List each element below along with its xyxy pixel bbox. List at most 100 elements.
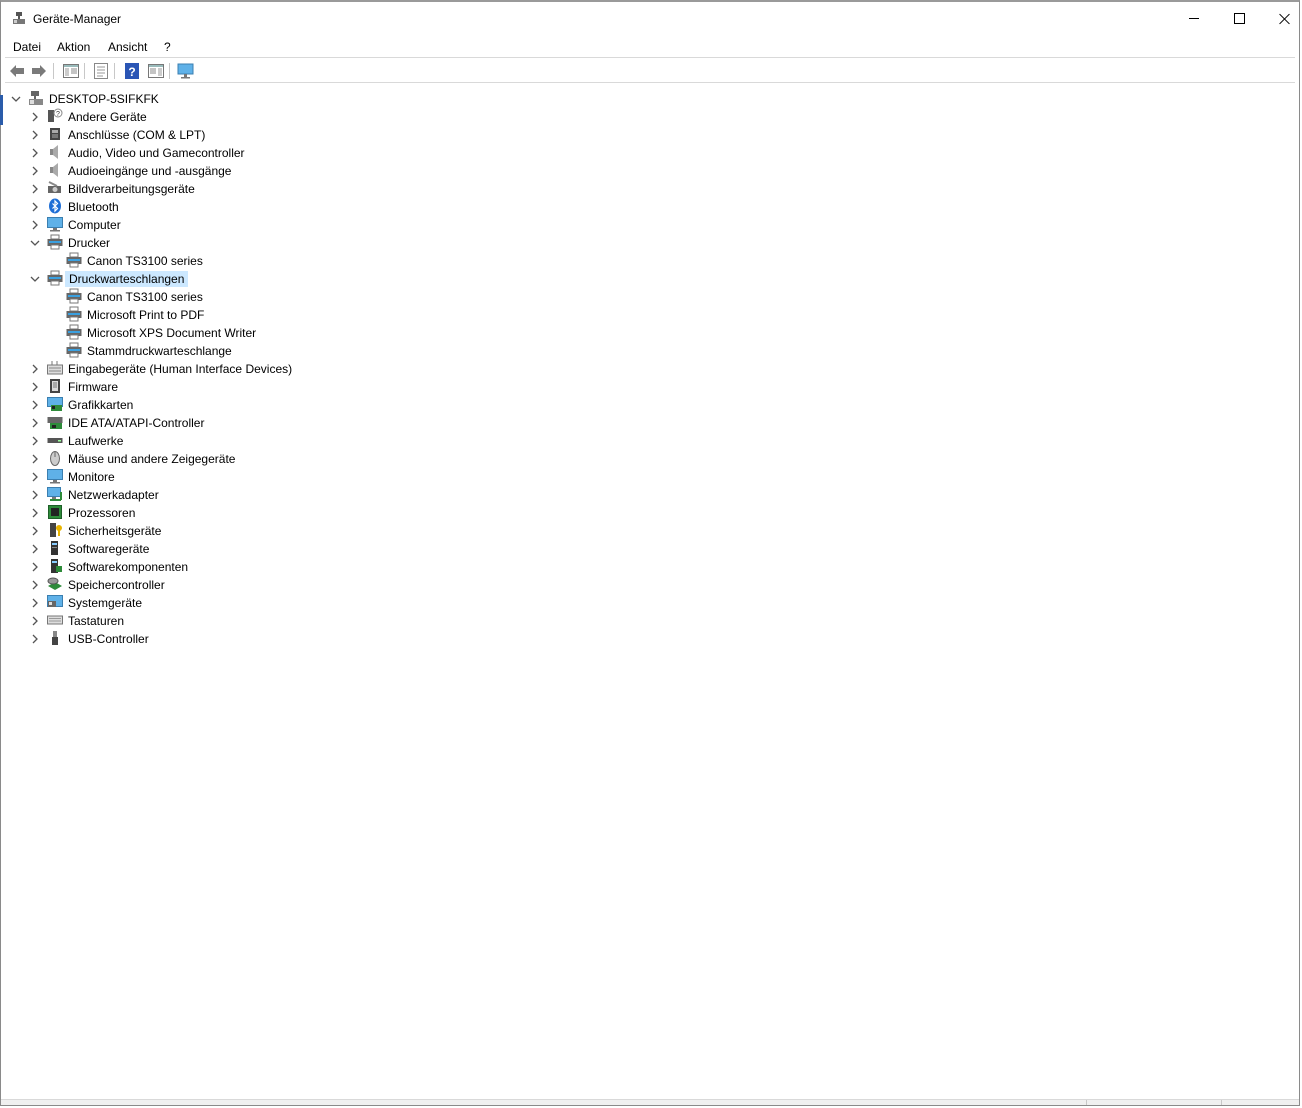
device-manager-window: Geräte-Manager Datei Aktion Ansicht ? ? <box>0 0 1300 1106</box>
expand-toggle[interactable] <box>30 184 40 194</box>
tree-category[interactable]: ? Andere Geräte <box>1 108 401 126</box>
chevron-down-icon <box>30 276 40 282</box>
close-button[interactable] <box>1262 2 1302 35</box>
expand-toggle[interactable] <box>30 562 40 572</box>
expand-toggle[interactable] <box>30 202 40 212</box>
expand-toggle[interactable] <box>30 400 40 410</box>
expand-toggle[interactable] <box>30 454 40 464</box>
expand-toggle[interactable] <box>30 130 40 140</box>
tree-category[interactable]: IDE ATA/ATAPI-Controller <box>1 414 401 432</box>
back-arrow-icon <box>10 65 24 77</box>
close-icon <box>1279 13 1291 25</box>
chevron-right-icon <box>32 148 38 158</box>
toolbar: ? <box>1 59 1299 83</box>
tree-category[interactable]: Eingabegeräte (Human Interface Devices) <box>1 360 401 378</box>
tree-device[interactable]: Stammdruckwarteschlange <box>1 342 401 360</box>
chevron-right-icon <box>32 220 38 230</box>
menu-help[interactable]: ? <box>162 39 173 55</box>
chevron-right-icon <box>32 112 38 122</box>
tree-category[interactable]: Laufwerke <box>1 432 401 450</box>
printer-icon <box>66 342 82 358</box>
expand-toggle[interactable] <box>30 436 40 446</box>
tree-category[interactable]: Bluetooth <box>1 198 401 216</box>
expand-toggle[interactable] <box>30 580 40 590</box>
tree-device[interactable]: Canon TS3100 series <box>1 288 401 306</box>
expand-toggle[interactable] <box>30 508 40 518</box>
tree-device[interactable]: Microsoft XPS Document Writer <box>1 324 401 342</box>
expand-toggle[interactable] <box>30 274 40 284</box>
tree-category[interactable]: Softwaregeräte <box>1 540 401 558</box>
tree-category-label: Computer <box>68 218 121 232</box>
tree-device[interactable]: Microsoft Print to PDF <box>1 306 401 324</box>
tree-root[interactable]: DESKTOP-5SIFKFK <box>1 90 401 108</box>
tree-category[interactable]: Druckwarteschlangen <box>1 270 401 288</box>
expand-toggle[interactable] <box>30 112 40 122</box>
tree-category[interactable]: Grafikkarten <box>1 396 401 414</box>
expand-toggle[interactable] <box>30 490 40 500</box>
forward-button[interactable] <box>30 62 48 80</box>
window-title: Geräte-Manager <box>33 12 122 26</box>
expand-toggle[interactable] <box>30 382 40 392</box>
chevron-right-icon <box>32 202 38 212</box>
tree-category[interactable]: Prozessoren <box>1 504 401 522</box>
tree-category[interactable]: Systemgeräte <box>1 594 401 612</box>
tree-category[interactable]: Tastaturen <box>1 612 401 630</box>
tree-category[interactable]: USB-Controller <box>1 630 401 648</box>
expand-toggle[interactable] <box>11 94 21 104</box>
tree-category[interactable]: Audio, Video und Gamecontroller <box>1 144 401 162</box>
tree-category-label: Eingabegeräte (Human Interface Devices) <box>68 362 293 376</box>
title-bar[interactable]: Geräte-Manager <box>1 2 1299 35</box>
maximize-button[interactable] <box>1216 2 1262 35</box>
expand-toggle[interactable] <box>30 472 40 482</box>
tree-category[interactable]: Monitore <box>1 468 401 486</box>
tree-category-label: Prozessoren <box>68 506 136 520</box>
tree-device[interactable]: Canon TS3100 series <box>1 252 401 270</box>
expand-toggle[interactable] <box>30 166 40 176</box>
tree-category-label: Audio, Video und Gamecontroller <box>68 146 245 160</box>
tree-category[interactable]: Audioeingänge und -ausgänge <box>1 162 401 180</box>
expand-toggle[interactable] <box>30 220 40 230</box>
tree-category-label: Anschlüsse (COM & LPT) <box>68 128 206 142</box>
tree-category[interactable]: Netzwerkadapter <box>1 486 401 504</box>
tree-category[interactable]: Computer <box>1 216 401 234</box>
tree-category[interactable]: Drucker <box>1 234 401 252</box>
tree-category-label: Softwaregeräte <box>68 542 150 556</box>
toolbar-divider <box>169 63 170 79</box>
maximize-icon <box>1233 13 1245 24</box>
expand-toggle[interactable] <box>30 598 40 608</box>
chevron-right-icon <box>32 526 38 536</box>
tree-category[interactable]: Softwarekomponenten <box>1 558 401 576</box>
expand-toggle[interactable] <box>30 544 40 554</box>
expand-toggle[interactable] <box>30 616 40 626</box>
toolbar-divider <box>84 63 85 79</box>
tree-category-label: Sicherheitsgeräte <box>68 524 162 538</box>
menu-aktion[interactable]: Aktion <box>55 39 92 55</box>
show-hide-tree-button[interactable] <box>62 62 80 80</box>
expand-toggle[interactable] <box>30 526 40 536</box>
expand-toggle[interactable] <box>30 418 40 428</box>
tree-category[interactable]: Sicherheitsgeräte <box>1 522 401 540</box>
expand-toggle[interactable] <box>30 148 40 158</box>
tree-category[interactable]: Speichercontroller <box>1 576 401 594</box>
tree-category[interactable]: Anschlüsse (COM & LPT) <box>1 126 401 144</box>
action-pane-button[interactable] <box>147 62 165 80</box>
menu-datei[interactable]: Datei <box>11 39 43 55</box>
tree-category[interactable]: Firmware <box>1 378 401 396</box>
expand-toggle[interactable] <box>30 634 40 644</box>
disk-drive-icon <box>47 438 63 443</box>
printer-icon <box>47 234 63 250</box>
properties-icon <box>94 63 108 79</box>
expand-toggle[interactable] <box>30 364 40 374</box>
menu-ansicht[interactable]: Ansicht <box>106 39 149 55</box>
tree-category[interactable]: Mäuse und andere Zeigegeräte <box>1 450 401 468</box>
help-button[interactable]: ? <box>123 62 141 80</box>
back-button[interactable] <box>8 62 26 80</box>
properties-button[interactable] <box>92 62 110 80</box>
show-hide-console-tree-icon <box>63 64 79 78</box>
chevron-right-icon <box>32 580 38 590</box>
minimize-button[interactable] <box>1171 2 1217 35</box>
expand-toggle[interactable] <box>30 238 40 248</box>
scan-hardware-button[interactable] <box>177 62 195 80</box>
keyboard-icon <box>47 615 63 625</box>
tree-category[interactable]: Bildverarbeitungsgeräte <box>1 180 401 198</box>
